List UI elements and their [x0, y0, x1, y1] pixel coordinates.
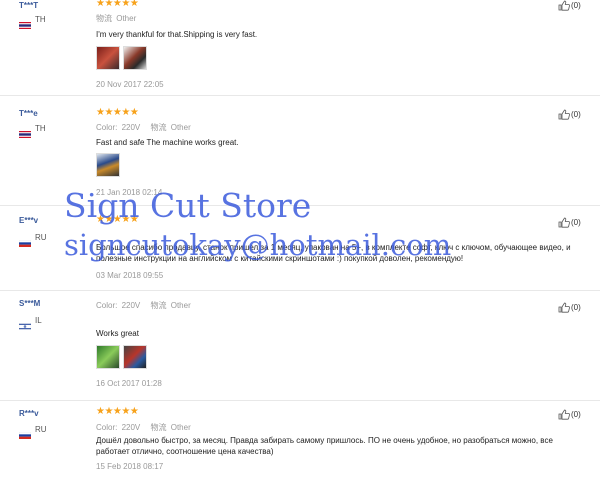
reviewer-country: TH: [35, 15, 46, 24]
helpful-count: (0): [571, 110, 581, 119]
review-comment: I'm very thankful for that.Shipping is v…: [96, 30, 258, 39]
shipping-value: Other: [170, 301, 191, 310]
shipping-value: Other: [170, 123, 191, 132]
review-photos: [96, 153, 120, 177]
thumbs-up-icon: [558, 0, 570, 11]
review-item: T***T TH ★★★★★ 物流 Other I'm very thankfu…: [0, 0, 600, 96]
thumbs-up-icon: [558, 302, 570, 313]
russia-flag-icon: [18, 234, 32, 248]
store-watermark-title: Sign Cut Store: [64, 186, 312, 225]
russia-flag-icon: [18, 426, 32, 440]
review-comment: Fast and safe The machine works great.: [96, 138, 239, 147]
review-date: 16 Oct 2017 01:28: [96, 379, 162, 388]
color-label: Color:: [96, 123, 118, 132]
star-rating: ★★★★★: [96, 107, 139, 118]
thailand-flag-icon: [19, 125, 31, 138]
reviewer-country: TH: [35, 124, 46, 133]
color-label: Color:: [96, 423, 118, 432]
review-date: 03 Mar 2018 09:55: [96, 271, 164, 280]
reviewer-name[interactable]: T***e: [19, 109, 38, 118]
product-attributes: 物流 Other: [96, 13, 136, 24]
review-item: S***M IL Color: 220V 物流 Other Works grea…: [0, 290, 600, 401]
reviewer-country: RU: [35, 233, 47, 242]
color-label: Color:: [96, 301, 118, 310]
shipping-label: 物流: [150, 301, 167, 310]
color-value: 220V: [121, 301, 141, 310]
review-photo-thumbnail[interactable]: [96, 46, 120, 70]
israel-flag-icon: [18, 317, 32, 331]
store-watermark-email: signcutokay@hotmail.com: [64, 228, 452, 262]
shipping-label: 物流: [150, 423, 167, 432]
helpful-count: (0): [571, 1, 581, 10]
helpful-button[interactable]: (0): [558, 109, 581, 120]
review-photos: [96, 345, 147, 369]
shipping-value: Other: [170, 423, 191, 432]
helpful-button[interactable]: (0): [558, 302, 581, 313]
product-attributes: Color: 220V 物流 Other: [96, 300, 191, 311]
review-date: 20 Nov 2017 22:05: [96, 80, 164, 89]
helpful-count: (0): [571, 410, 581, 419]
product-attributes: Color: 220V 物流 Other: [96, 422, 191, 433]
reviewer-name[interactable]: S***M: [19, 299, 40, 308]
reviewer-name[interactable]: E***v: [19, 216, 38, 225]
star-rating: ★★★★★: [96, 0, 139, 9]
review-photo-thumbnail[interactable]: [96, 153, 120, 177]
review-comment: Works great: [96, 329, 139, 338]
reviewer-name[interactable]: T***T: [19, 1, 38, 10]
review-photo-thumbnail[interactable]: [123, 46, 147, 70]
thumbs-up-icon: [558, 409, 570, 420]
reviewer-country: RU: [35, 425, 47, 434]
helpful-button[interactable]: (0): [558, 409, 581, 420]
shipping-value: Other: [116, 14, 137, 23]
star-rating: ★★★★★: [96, 406, 139, 417]
helpful-count: (0): [571, 218, 581, 227]
color-value: 220V: [121, 123, 141, 132]
helpful-button[interactable]: (0): [558, 0, 581, 11]
review-comment: Дошёл довольно быстро, за месяц. Правда …: [96, 436, 553, 456]
thumbs-up-icon: [558, 217, 570, 228]
thumbs-up-icon: [558, 109, 570, 120]
shipping-label: 物流: [150, 123, 167, 132]
helpful-count: (0): [571, 303, 581, 312]
helpful-button[interactable]: (0): [558, 217, 581, 228]
product-attributes: Color: 220V 物流 Other: [96, 122, 191, 133]
reviewer-name[interactable]: R***v: [19, 409, 39, 418]
review-date: 15 Feb 2018 08:17: [96, 462, 164, 471]
color-value: 220V: [121, 423, 141, 432]
review-item: R***v RU ★★★★★ Color: 220V 物流 Other Дошё…: [0, 400, 600, 483]
review-photos: [96, 46, 147, 70]
thailand-flag-icon: [19, 16, 31, 29]
shipping-label: 物流: [96, 14, 112, 23]
reviewer-country: IL: [35, 316, 42, 325]
review-photo-thumbnail[interactable]: [123, 345, 147, 369]
review-photo-thumbnail[interactable]: [96, 345, 120, 369]
